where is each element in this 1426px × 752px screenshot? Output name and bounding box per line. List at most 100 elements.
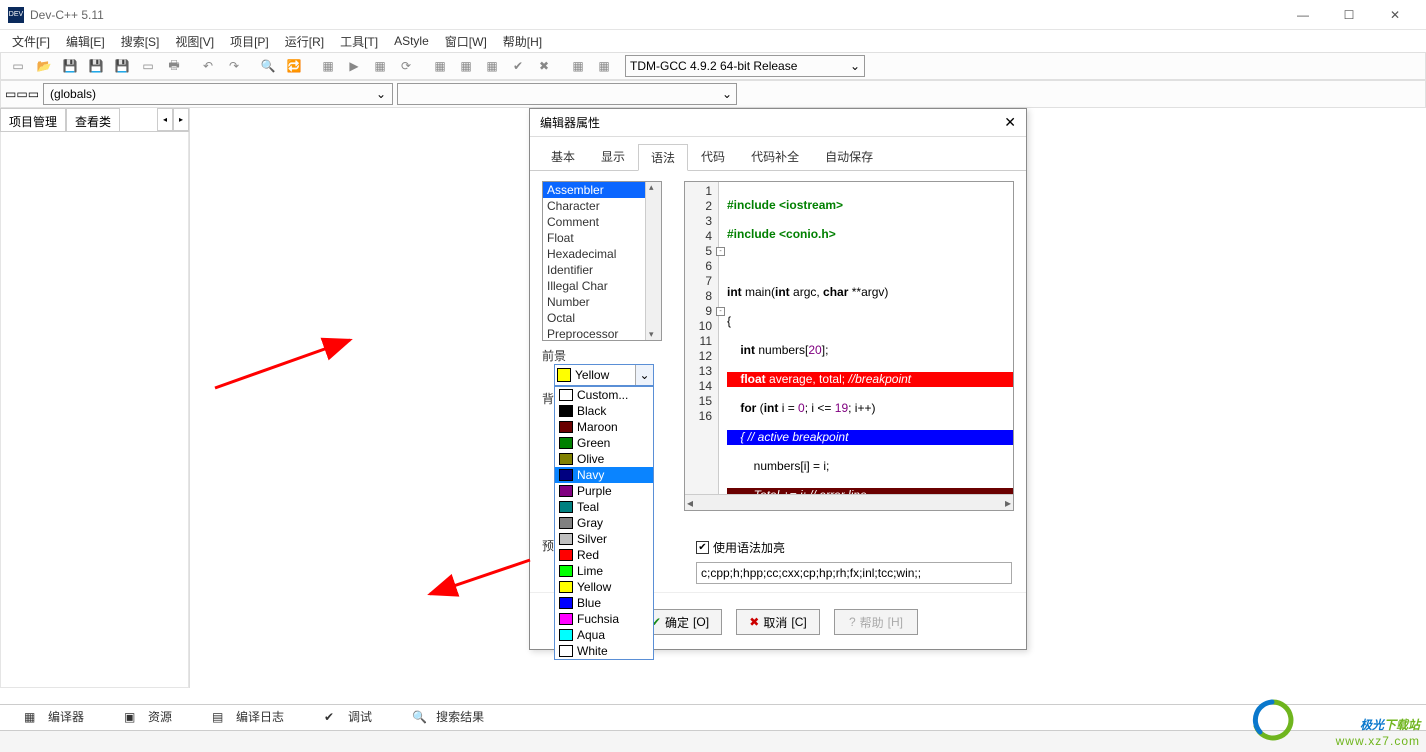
color-option-fuchsia[interactable]: Fuchsia <box>555 611 653 627</box>
rebuild-icon[interactable]: ⟳ <box>394 54 418 78</box>
save-as-icon[interactable]: 💾 <box>110 54 134 78</box>
help-button[interactable]: ? 帮助[H] <box>834 609 918 635</box>
color-option-aqua[interactable]: Aqua <box>555 627 653 643</box>
insert-icon[interactable]: ▭ <box>5 87 16 101</box>
list-item[interactable]: Octal <box>543 310 661 326</box>
profile-icon[interactable]: ▦ <box>480 54 504 78</box>
open-file-icon[interactable]: 📂 <box>32 54 56 78</box>
color-option-olive[interactable]: Olive <box>555 451 653 467</box>
goto2-icon[interactable]: ▦ <box>592 54 616 78</box>
menu-search[interactable]: 搜索[S] <box>113 31 168 52</box>
syntax-element-list[interactable]: Assembler Character Comment Float Hexade… <box>542 181 662 341</box>
menu-file[interactable]: 文件[F] <box>4 31 58 52</box>
tab-scroll-right[interactable]: ▸ <box>173 108 189 131</box>
tab-debug[interactable]: ✔调试 <box>304 704 392 729</box>
color-option-red[interactable]: Red <box>555 547 653 563</box>
use-syntax-highlight-checkbox[interactable]: ✔ 使用语法加亮 <box>696 539 1014 556</box>
color-option-maroon[interactable]: Maroon <box>555 419 653 435</box>
redo-icon[interactable]: ↷ <box>222 54 246 78</box>
save-icon[interactable]: 💾 <box>58 54 82 78</box>
tab-completion[interactable]: 代码补全 <box>738 143 812 170</box>
horizontal-scrollbar[interactable]: ◂▸ <box>685 494 1013 510</box>
replace-icon[interactable]: 🔁 <box>282 54 306 78</box>
save-all-icon[interactable]: 💾 <box>84 54 108 78</box>
globals-selector[interactable]: (globals) ⌄ <box>43 83 393 105</box>
color-option-lime[interactable]: Lime <box>555 563 653 579</box>
menu-project[interactable]: 项目[P] <box>222 31 277 52</box>
list-item[interactable]: Float <box>543 230 661 246</box>
list-item[interactable]: Comment <box>543 214 661 230</box>
menu-help[interactable]: 帮助[H] <box>495 31 550 52</box>
list-item[interactable]: Illegal Char <box>543 278 661 294</box>
compile-icon[interactable]: ▦ <box>316 54 340 78</box>
extensions-input[interactable] <box>696 562 1012 584</box>
dialog-close-icon[interactable]: ✕ <box>1004 114 1016 131</box>
color-option-silver[interactable]: Silver <box>555 531 653 547</box>
watermark-logo <box>1250 698 1294 742</box>
tab-autosave[interactable]: 自动保存 <box>812 143 886 170</box>
goto-icon[interactable]: ▦ <box>566 54 590 78</box>
undo-icon[interactable]: ↶ <box>196 54 220 78</box>
list-item[interactable]: Character <box>543 198 661 214</box>
chevron-down-icon: ⌄ <box>376 87 386 101</box>
color-dropdown-list[interactable]: Custom...BlackMaroonGreenOliveNavyPurple… <box>554 386 654 660</box>
tab-syntax[interactable]: 语法 <box>638 144 688 171</box>
stop-icon[interactable]: ▦ <box>454 54 478 78</box>
chevron-down-icon[interactable]: ⌄ <box>635 365 653 385</box>
color-option-label: Fuchsia <box>577 612 619 626</box>
dialog-tabs: 基本 显示 语法 代码 代码补全 自动保存 <box>530 137 1026 171</box>
foreground-color-combo[interactable]: Yellow ⌄ <box>554 364 654 386</box>
menu-astyle[interactable]: AStyle <box>386 32 437 50</box>
cancel-button[interactable]: ✖ 取消[C] <box>736 609 820 635</box>
tab-resource[interactable]: ▣资源 <box>104 704 192 729</box>
find-icon[interactable]: 🔍 <box>256 54 280 78</box>
tab-search-results[interactable]: 🔍搜索结果 <box>392 704 504 729</box>
tab-compile-log[interactable]: ▤编译日志 <box>192 704 304 729</box>
tab-project[interactable]: 项目管理 <box>0 108 66 131</box>
menu-window[interactable]: 窗口[W] <box>437 31 495 52</box>
debug-icon[interactable]: ▦ <box>428 54 452 78</box>
menu-view[interactable]: 视图[V] <box>167 31 222 52</box>
list-item[interactable]: Identifier <box>543 262 661 278</box>
list-item[interactable]: Assembler <box>543 182 661 198</box>
color-option-teal[interactable]: Teal <box>555 499 653 515</box>
maximize-button[interactable]: ☐ <box>1326 0 1372 30</box>
compile-run-icon[interactable]: ▦ <box>368 54 392 78</box>
close-file-icon[interactable]: ▭ <box>136 54 160 78</box>
help-icon: ? <box>849 615 856 629</box>
check-icon[interactable]: ✔ <box>506 54 530 78</box>
new-file-icon[interactable]: ▭ <box>6 54 30 78</box>
run-icon[interactable]: ▶ <box>342 54 366 78</box>
member-selector[interactable]: ⌄ <box>397 83 737 105</box>
color-option-blue[interactable]: Blue <box>555 595 653 611</box>
color-option-yellow[interactable]: Yellow <box>555 579 653 595</box>
x-icon[interactable]: ✖ <box>532 54 556 78</box>
menu-edit[interactable]: 编辑[E] <box>58 31 113 52</box>
goto-bm-icon[interactable]: ▭ <box>28 87 39 101</box>
tab-display[interactable]: 显示 <box>588 143 638 170</box>
project-tree[interactable] <box>0 132 189 688</box>
color-option-white[interactable]: White <box>555 643 653 659</box>
menu-tools[interactable]: 工具[T] <box>332 31 386 52</box>
color-option-green[interactable]: Green <box>555 435 653 451</box>
tab-basic[interactable]: 基本 <box>538 143 588 170</box>
tab-code[interactable]: 代码 <box>688 143 738 170</box>
menu-run[interactable]: 运行[R] <box>277 31 332 52</box>
tab-class-view[interactable]: 查看类 <box>66 108 120 131</box>
color-option-gray[interactable]: Gray <box>555 515 653 531</box>
color-option-navy[interactable]: Navy <box>555 467 653 483</box>
compiler-selector[interactable]: TDM-GCC 4.9.2 64-bit Release ⌄ <box>625 55 865 77</box>
list-item[interactable]: Hexadecimal <box>543 246 661 262</box>
tab-compiler[interactable]: ▦编译器 <box>4 704 104 729</box>
bookmark-icon[interactable]: ▭ <box>16 87 27 101</box>
color-option-custom[interactable]: Custom... <box>555 387 653 403</box>
list-item[interactable]: Preprocessor <box>543 326 661 341</box>
close-button[interactable]: ✕ <box>1372 0 1418 30</box>
color-option-purple[interactable]: Purple <box>555 483 653 499</box>
color-option-black[interactable]: Black <box>555 403 653 419</box>
scrollbar[interactable] <box>645 182 661 340</box>
print-icon[interactable]: 🖶 <box>162 54 186 78</box>
list-item[interactable]: Number <box>543 294 661 310</box>
tab-scroll-left[interactable]: ◂ <box>157 108 173 131</box>
minimize-button[interactable]: — <box>1280 0 1326 30</box>
